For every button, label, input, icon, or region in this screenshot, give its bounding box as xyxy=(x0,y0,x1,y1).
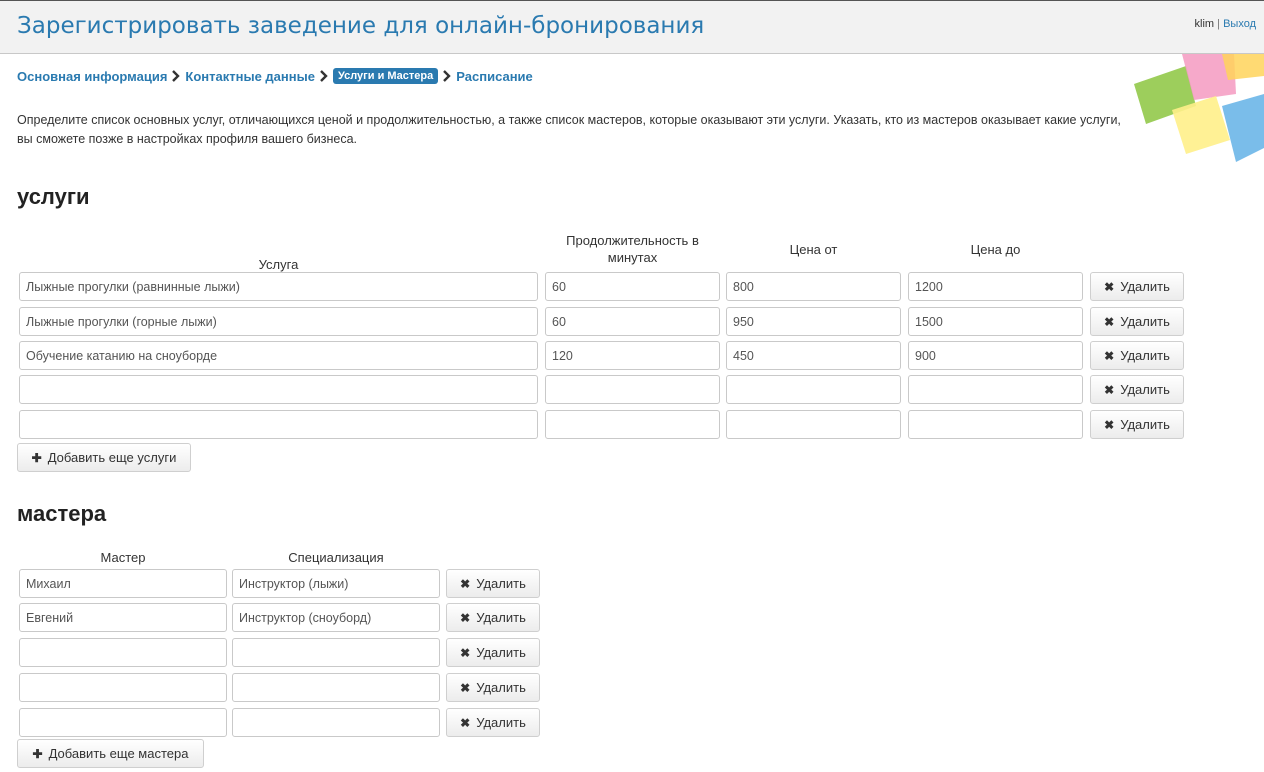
col-master: Мастер xyxy=(100,550,146,565)
sticky-notes-decoration xyxy=(1134,54,1264,162)
add-master-button[interactable]: ✚ Добавить еще мастера xyxy=(17,739,204,768)
delete-master-button[interactable]: ✖ Удалить xyxy=(446,569,540,598)
price-from-input[interactable] xyxy=(726,341,901,370)
step-services-masters[interactable]: Услуги и Мастера xyxy=(332,68,439,84)
close-icon: ✖ xyxy=(460,715,471,730)
service-name-input[interactable] xyxy=(19,375,538,404)
delete-master-button[interactable]: ✖ Удалить xyxy=(446,603,540,632)
step-contacts[interactable]: Контактные данные xyxy=(185,69,315,84)
price-to-input[interactable] xyxy=(908,410,1083,439)
plus-icon: ✚ xyxy=(32,746,43,761)
specialization-input[interactable] xyxy=(232,638,440,667)
delete-master-button[interactable]: ✖ Удалить xyxy=(446,708,540,737)
delete-service-button[interactable]: ✖ Удалить xyxy=(1090,410,1184,439)
service-name-input[interactable] xyxy=(19,341,538,370)
price-from-input[interactable] xyxy=(726,410,901,439)
close-icon: ✖ xyxy=(460,680,471,695)
delete-master-button[interactable]: ✖ Удалить xyxy=(446,673,540,702)
col-price-from: Цена от xyxy=(789,242,838,257)
close-icon: ✖ xyxy=(1104,348,1115,363)
delete-service-button[interactable]: ✖ Удалить xyxy=(1090,307,1184,336)
specialization-input[interactable] xyxy=(232,603,440,632)
price-to-input[interactable] xyxy=(908,272,1083,301)
masters-title: мастера xyxy=(17,501,107,526)
step-schedule[interactable]: Расписание xyxy=(456,69,533,84)
specialization-input[interactable] xyxy=(232,673,440,702)
specialization-input[interactable] xyxy=(232,569,440,598)
step-breadcrumb: Основная информация Контактные данные Ус… xyxy=(17,66,533,86)
chevron-right-icon xyxy=(320,70,328,82)
delete-service-button[interactable]: ✖ Удалить xyxy=(1090,272,1184,301)
service-name-input[interactable] xyxy=(19,410,538,439)
delete-service-button[interactable]: ✖ Удалить xyxy=(1090,341,1184,370)
price-to-input[interactable] xyxy=(908,307,1083,336)
close-icon: ✖ xyxy=(1104,417,1115,432)
delete-service-button[interactable]: ✖ Удалить xyxy=(1090,375,1184,404)
close-icon: ✖ xyxy=(1104,382,1115,397)
user-separator: | xyxy=(1217,18,1221,30)
col-duration: Продолжительность в минутах xyxy=(566,233,699,265)
price-from-input[interactable] xyxy=(726,272,901,301)
services-title: услуги xyxy=(17,184,90,209)
duration-input[interactable] xyxy=(545,375,720,404)
col-price-to: Цена до xyxy=(970,242,1021,257)
username: klim xyxy=(1194,18,1215,30)
plus-icon: ✚ xyxy=(31,450,42,465)
add-service-button[interactable]: ✚ Добавить еще услуги xyxy=(17,443,191,472)
col-service: Услуга xyxy=(258,257,299,272)
service-name-input[interactable] xyxy=(19,272,538,301)
master-name-input[interactable] xyxy=(19,673,227,702)
price-to-input[interactable] xyxy=(908,341,1083,370)
chevron-right-icon xyxy=(443,70,451,82)
duration-input[interactable] xyxy=(545,272,720,301)
service-name-input[interactable] xyxy=(19,307,538,336)
step-basic-info[interactable]: Основная информация xyxy=(17,69,167,84)
delete-master-button[interactable]: ✖ Удалить xyxy=(446,638,540,667)
user-links: klim | Выход xyxy=(1195,18,1256,30)
master-name-input[interactable] xyxy=(19,638,227,667)
price-to-input[interactable] xyxy=(908,375,1083,404)
close-icon: ✖ xyxy=(460,645,471,660)
duration-input[interactable] xyxy=(545,410,720,439)
price-from-input[interactable] xyxy=(726,307,901,336)
master-name-input[interactable] xyxy=(19,708,227,737)
price-from-input[interactable] xyxy=(726,375,901,404)
top-bar: Зарегистрировать заведение для онлайн-бр… xyxy=(0,0,1264,54)
page-title: Зарегистрировать заведение для онлайн-бр… xyxy=(17,13,705,39)
close-icon: ✖ xyxy=(1104,314,1115,329)
chevron-right-icon xyxy=(172,70,181,82)
close-icon: ✖ xyxy=(1104,279,1115,294)
specialization-input[interactable] xyxy=(232,708,440,737)
close-icon: ✖ xyxy=(460,576,471,591)
intro-text: Определите список основных услуг, отлича… xyxy=(17,113,1121,146)
duration-input[interactable] xyxy=(545,341,720,370)
master-name-input[interactable] xyxy=(19,603,227,632)
logout-link[interactable]: Выход xyxy=(1223,18,1256,30)
col-specialization: Специализация xyxy=(288,550,384,565)
duration-input[interactable] xyxy=(545,307,720,336)
close-icon: ✖ xyxy=(460,610,471,625)
master-name-input[interactable] xyxy=(19,569,227,598)
